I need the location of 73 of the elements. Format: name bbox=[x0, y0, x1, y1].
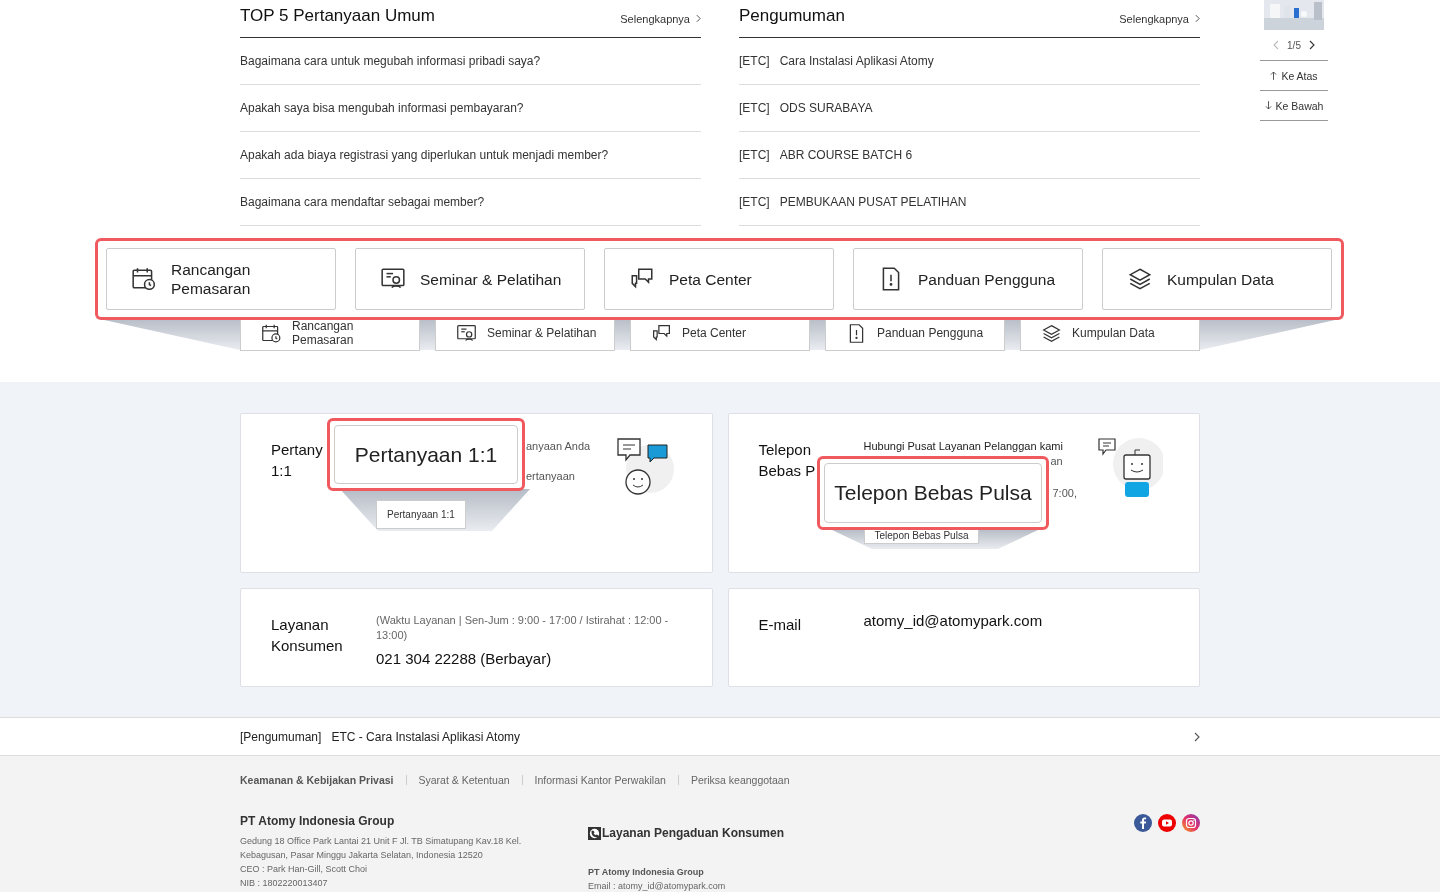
card-description: Hubungi Pusat Layanan Pelanggan kami bbox=[863, 439, 1063, 454]
faq-question-link[interactable]: Apakah ada biaya registrasi yang diperlukan untuk menjadi member? bbox=[240, 148, 609, 162]
calendar-clock-icon bbox=[131, 266, 157, 292]
company-name: PT Atomy Indonesia Group bbox=[588, 866, 705, 879]
phone-icon bbox=[588, 826, 601, 840]
monitor-icon bbox=[456, 322, 477, 344]
quick-link-button[interactable]: Rancangan Pemasaran bbox=[106, 248, 336, 310]
chevron-right-icon[interactable] bbox=[1308, 40, 1315, 50]
footer-link[interactable]: Keamanan & Kebijakan Privasi bbox=[240, 774, 394, 786]
card-description: anyaan Anda bbox=[526, 439, 591, 454]
chevron-right-icon bbox=[1195, 14, 1200, 23]
section-title: Pengumuman bbox=[739, 6, 845, 27]
robot-agent-icon bbox=[1097, 437, 1163, 497]
complaint-title: Layanan Pengaduan Konsumen bbox=[602, 826, 785, 840]
category-tag: [ETC] bbox=[739, 54, 770, 68]
card-description: ertanyaan bbox=[526, 469, 575, 484]
faq-question-link[interactable]: Bagaimana cara mendaftar sebagai member? bbox=[240, 195, 485, 209]
youtube-icon[interactable] bbox=[1158, 814, 1176, 832]
card-description: 7:00, bbox=[1052, 486, 1077, 501]
footer-link[interactable]: Informasi Kantor Perwakilan bbox=[534, 774, 666, 786]
instagram-icon[interactable] bbox=[1182, 814, 1200, 832]
more-link[interactable]: Selengkapnya bbox=[620, 12, 701, 25]
scroll-top-link[interactable]: Ke Atas bbox=[1260, 60, 1328, 90]
announcement-link[interactable]: ODS SURABAYA bbox=[779, 101, 873, 115]
card-title: Konsumen bbox=[271, 636, 343, 656]
category-tag: [ETC] bbox=[739, 195, 770, 209]
quick-link-button[interactable]: Peta Center bbox=[604, 248, 834, 310]
chevron-right-icon bbox=[696, 14, 701, 23]
company-info: Kebagusan, Pasar Minggu Jakarta Selatan, Indonesia 12520 bbox=[240, 849, 484, 862]
page-counter: 1/5 bbox=[1287, 39, 1301, 51]
section-title: TOP 5 Pertanyaan Umum bbox=[240, 6, 435, 27]
announcement-link[interactable]: ABR COURSE BATCH 6 bbox=[779, 148, 913, 162]
category-tag: [ETC] bbox=[739, 101, 770, 115]
service-hours: (Waktu Layanan | Sen-Jum : 9:00 - 17:00 / Istirahat : 12:00 - 13:00) bbox=[376, 613, 670, 643]
card-description: an bbox=[1050, 454, 1063, 469]
arrow-up-icon bbox=[1270, 71, 1278, 80]
footer-link[interactable]: Syarat & Ketentuan bbox=[418, 774, 510, 786]
company-name: PT Atomy Indonesia Group bbox=[240, 814, 396, 828]
scroll-bottom-link[interactable]: Ke Bawah bbox=[1260, 90, 1328, 121]
complaint-email: Email : atomy_id@atomypark.com bbox=[588, 880, 727, 892]
chevron-right-icon[interactable] bbox=[1194, 731, 1200, 742]
notice-link[interactable]: [Pengumuman] ETC - Cara Instalasi Aplikasi Atomy bbox=[240, 729, 521, 744]
company-info: CEO : Park Han-Gill, Scott Choi bbox=[240, 863, 369, 876]
card-button[interactable]: Telepon Bebas Pulsa bbox=[824, 463, 1042, 523]
phone-number: 021 304 22288 (Berbayar) bbox=[376, 650, 552, 667]
chat-bubbles-icon bbox=[651, 322, 672, 344]
category-tag: [ETC] bbox=[739, 148, 770, 162]
announcement-link[interactable]: PEMBUKAAN PUSAT PELATIHAN bbox=[779, 195, 967, 209]
card-button[interactable]: Pertanyaan 1:1 bbox=[334, 425, 518, 484]
company-info: NIB : 1802220013407 bbox=[240, 877, 329, 890]
more-link[interactable]: Selengkapnya bbox=[1119, 12, 1200, 25]
card-title: Telepon bbox=[758, 440, 812, 460]
card-title: Layanan bbox=[271, 615, 329, 635]
calendar-clock-icon bbox=[261, 322, 282, 344]
card-title: 1:1 bbox=[271, 461, 292, 481]
card-title: E-mail bbox=[758, 615, 801, 635]
card-title: Pertany bbox=[271, 440, 323, 460]
faq-question-link[interactable]: Bagaimana cara untuk megubah informasi pribadi saya? bbox=[240, 54, 541, 68]
layers-icon bbox=[1127, 266, 1153, 292]
company-info: Gedung 18 Office Park Lantai 21 Unit F Jl. TB Simatupang Kav.18 Kel. bbox=[240, 835, 523, 848]
quick-link-button[interactable]: Panduan Pengguna bbox=[853, 248, 1083, 310]
card-title: Bebas P bbox=[758, 461, 816, 481]
layers-icon bbox=[1041, 322, 1062, 344]
chat-smiley-icon bbox=[615, 437, 676, 497]
footer-link[interactable]: Periksa keanggotaan bbox=[690, 774, 790, 786]
email-address: atomy_id@atomypark.com bbox=[863, 612, 1043, 629]
facebook-icon[interactable] bbox=[1134, 814, 1152, 832]
arrow-down-icon bbox=[1264, 101, 1272, 110]
quick-link-button[interactable]: Seminar & Pelatihan bbox=[355, 248, 585, 310]
announcement-link[interactable]: Cara Instalasi Aplikasi Atomy bbox=[779, 54, 934, 68]
faq-question-link[interactable]: Apakah saya bisa mengubah informasi pembayaran? bbox=[240, 101, 524, 115]
quick-link-button[interactable]: Kumpulan Data bbox=[1102, 248, 1332, 310]
card-button[interactable]: Pertanyaan 1:1 bbox=[376, 500, 466, 529]
